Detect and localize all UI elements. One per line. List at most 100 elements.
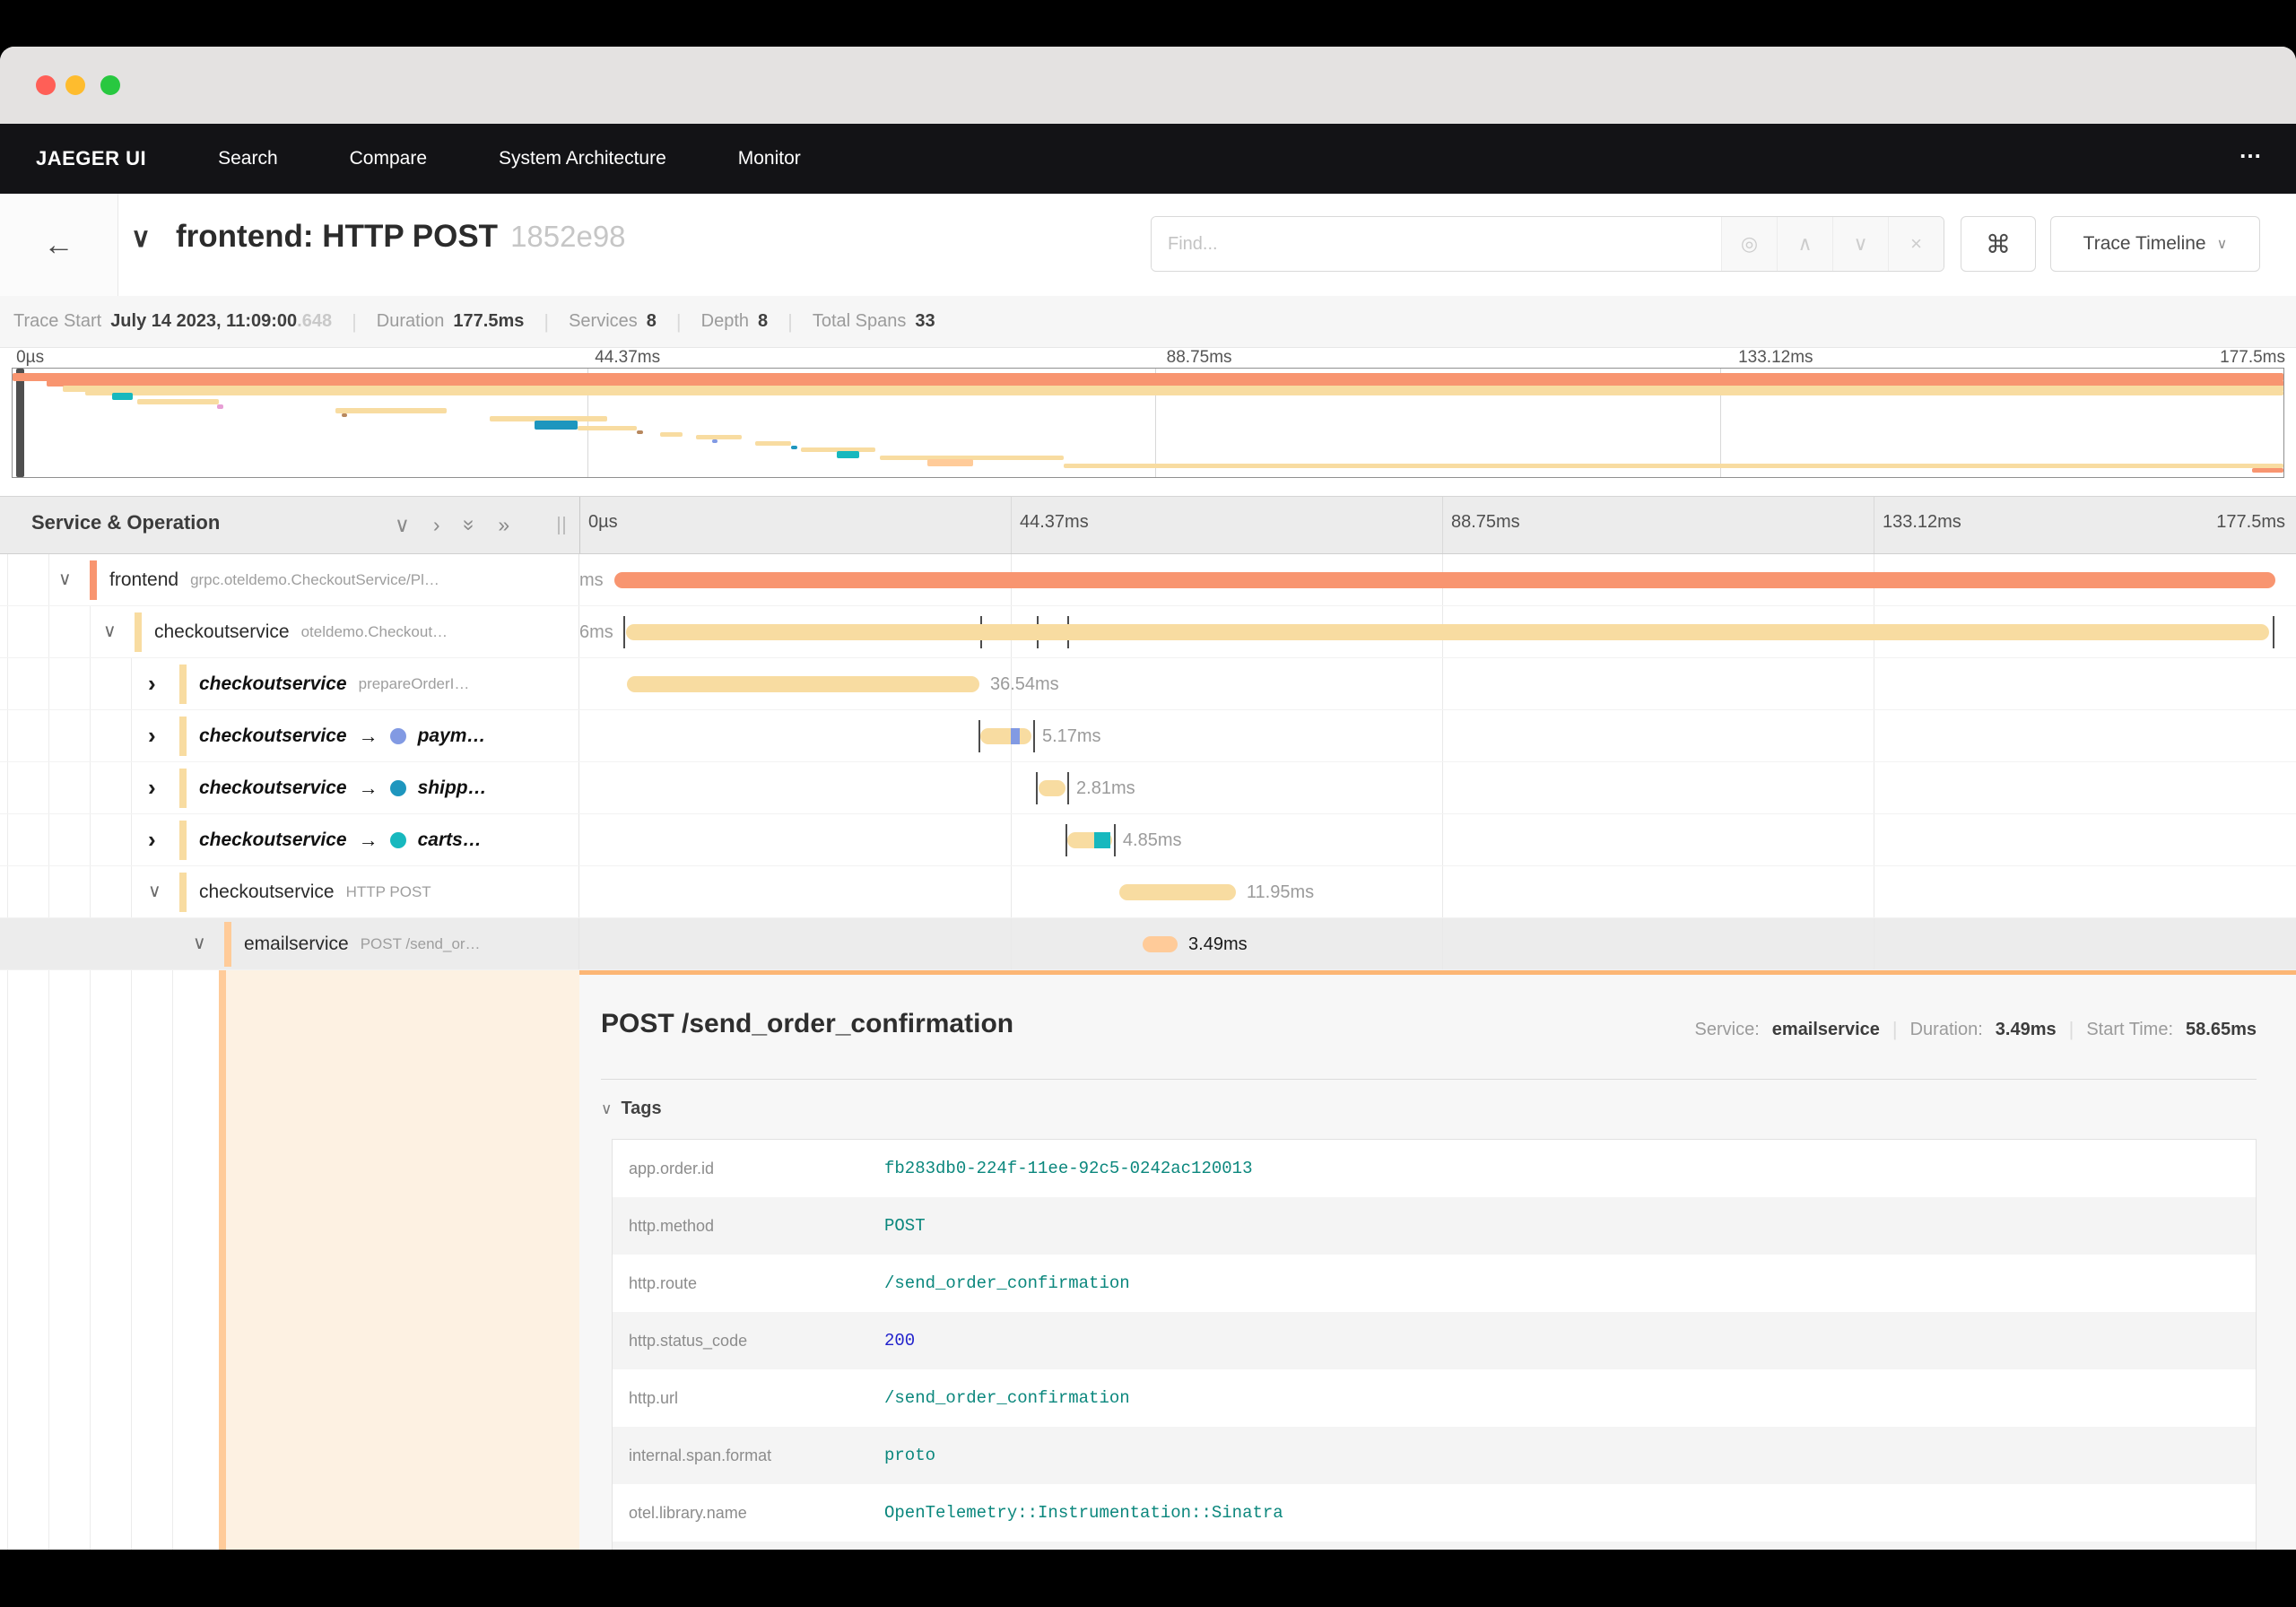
summary-separator: | bbox=[676, 310, 682, 334]
span-name-cell[interactable]: ∨ checkoutserviceoteldemo.Checkout… bbox=[0, 606, 579, 657]
indent-guide bbox=[90, 918, 91, 969]
tag-row[interactable]: http.status_code200 bbox=[613, 1312, 2256, 1369]
span-name[interactable]: checkoutserviceprepareOrderI… bbox=[199, 658, 469, 709]
nav-item-search[interactable]: Search bbox=[218, 148, 278, 169]
timeline-gridline bbox=[1442, 762, 1443, 813]
chevron-right-icon[interactable]: › bbox=[148, 814, 156, 865]
indent-guide bbox=[48, 710, 49, 761]
timeline-gridline bbox=[1011, 762, 1012, 813]
span-row[interactable]: ∨ frontendgrpc.oteldemo.CheckoutService/P… bbox=[0, 554, 2296, 606]
expand-all-icon[interactable]: » bbox=[498, 513, 509, 537]
span-timeline-cell[interactable]: 5.17ms bbox=[579, 710, 2296, 761]
span-row[interactable]: ∨ checkoutserviceoteldemo.Checkout… 6ms bbox=[0, 606, 2296, 658]
span-timeline-cell[interactable]: 6ms bbox=[579, 606, 2296, 657]
chevron-down-icon[interactable]: ∨ bbox=[193, 918, 206, 969]
span-timeline-cell[interactable]: 3.49ms bbox=[579, 918, 2296, 969]
minimize-window-icon[interactable] bbox=[65, 75, 85, 95]
collapse-one-icon[interactable]: ∨ bbox=[395, 513, 410, 537]
stat-value: 3.49ms bbox=[1996, 1020, 2057, 1040]
span-name-cell[interactable]: ∨ emailservicePOST /send_or… bbox=[0, 918, 579, 969]
summary-value: 33 bbox=[915, 311, 935, 332]
nav-overflow-icon[interactable]: … bbox=[2239, 136, 2264, 164]
span-timeline-cell[interactable]: 2.81ms bbox=[579, 762, 2296, 813]
span-name[interactable]: emailservicePOST /send_or… bbox=[244, 918, 481, 969]
tag-row[interactable]: app.order.idfb283db0-224f-11ee-92c5-0242… bbox=[613, 1140, 2256, 1197]
timeline-gridline bbox=[1442, 866, 1443, 917]
span-name-cell[interactable]: › checkoutservice→shipp… bbox=[0, 762, 579, 813]
minimap-tick-label: 44.37ms bbox=[595, 348, 660, 368]
shortcuts-button[interactable]: ⌘ bbox=[1961, 216, 2036, 272]
span-duration-bar[interactable] bbox=[1143, 936, 1178, 952]
chevron-down-icon[interactable]: ∨ bbox=[148, 866, 161, 917]
tag-row[interactable]: http.url/send_order_confirmation bbox=[613, 1369, 2256, 1427]
span-row[interactable]: › checkoutservice→carts… 4.85ms bbox=[0, 814, 2296, 866]
nav-item-monitor[interactable]: Monitor bbox=[738, 148, 801, 169]
span-duration-bar[interactable] bbox=[626, 624, 2269, 640]
span-name[interactable]: checkoutservice→paym… bbox=[199, 710, 485, 761]
nav-item-compare[interactable]: Compare bbox=[350, 148, 427, 169]
span-name-cell[interactable]: › checkoutserviceprepareOrderI… bbox=[0, 658, 579, 709]
jaeger-logo[interactable]: JAEGER UI bbox=[36, 147, 146, 170]
column-divider bbox=[579, 497, 580, 553]
span-name[interactable]: checkoutserviceoteldemo.Checkout… bbox=[154, 606, 448, 657]
indent-guide bbox=[131, 814, 132, 865]
span-row[interactable]: › checkoutservice→shipp… 2.81ms bbox=[0, 762, 2296, 814]
span-duration-bar[interactable] bbox=[614, 572, 2275, 588]
indent-guide bbox=[131, 710, 132, 761]
expand-one-icon[interactable]: › bbox=[433, 513, 440, 537]
back-button[interactable]: ← bbox=[0, 194, 118, 296]
span-row[interactable]: › checkoutservice→paym… 5.17ms bbox=[0, 710, 2296, 762]
clear-search-icon[interactable]: × bbox=[1888, 217, 1944, 271]
span-name[interactable]: checkoutservice→carts… bbox=[199, 814, 482, 865]
trace-title-chevron-icon[interactable]: ∨ bbox=[131, 222, 151, 254]
chevron-right-icon[interactable]: › bbox=[148, 658, 156, 709]
chevron-right-icon[interactable]: › bbox=[148, 762, 156, 813]
next-result-icon[interactable]: ∨ bbox=[1832, 217, 1888, 271]
span-timeline-cell[interactable]: 4.85ms bbox=[579, 814, 2296, 865]
trace-view-selector[interactable]: Trace Timeline ∨ bbox=[2050, 216, 2260, 272]
service-name: emailservice bbox=[244, 934, 349, 955]
span-name[interactable]: checkoutserviceHTTP POST bbox=[199, 866, 431, 917]
collapse-all-icon[interactable]: » bbox=[457, 519, 481, 531]
span-row[interactable]: ∨ emailservicePOST /send_or… 3.49ms bbox=[0, 918, 2296, 970]
stat-label: Service: bbox=[1695, 1020, 1760, 1040]
span-name-cell[interactable]: ∨ frontendgrpc.oteldemo.CheckoutService/P… bbox=[0, 554, 579, 605]
span-name[interactable]: frontendgrpc.oteldemo.CheckoutService/Pl… bbox=[109, 554, 439, 605]
span-timeline-cell[interactable]: ms bbox=[579, 554, 2296, 605]
span-duration-bar[interactable] bbox=[627, 676, 979, 692]
chevron-down-icon[interactable]: ∨ bbox=[103, 606, 117, 657]
match-target-icon[interactable]: ◎ bbox=[1721, 217, 1777, 271]
indent-guide bbox=[90, 710, 91, 761]
span-row[interactable]: ∨ checkoutserviceHTTP POST 11.95ms bbox=[0, 866, 2296, 918]
tag-row[interactable]: otel.library.nameOpenTelemetry::Instrume… bbox=[613, 1484, 2256, 1542]
find-input[interactable] bbox=[1152, 217, 1721, 271]
close-window-icon[interactable] bbox=[36, 75, 56, 95]
span-name-cell[interactable]: › checkoutservice→carts… bbox=[0, 814, 579, 865]
timeline-gridline bbox=[1011, 866, 1012, 917]
nav-item-system-architecture[interactable]: System Architecture bbox=[499, 148, 666, 169]
macos-titlebar bbox=[0, 47, 2296, 124]
span-duration-bar[interactable] bbox=[1119, 884, 1236, 900]
chevron-down-icon[interactable]: ∨ bbox=[58, 554, 72, 605]
tags-section-toggle[interactable]: ∨Tags bbox=[601, 1099, 662, 1119]
detail-divider bbox=[601, 1079, 2257, 1080]
span-timeline-cell[interactable]: 36.54ms bbox=[579, 658, 2296, 709]
trace-minimap[interactable] bbox=[12, 368, 2284, 478]
span-duration-bar[interactable] bbox=[980, 728, 1031, 744]
tag-row[interactable]: internal.span.formatproto bbox=[613, 1427, 2256, 1484]
maximize-window-icon[interactable] bbox=[100, 75, 120, 95]
indent-guide bbox=[7, 814, 8, 865]
prev-result-icon[interactable]: ∧ bbox=[1777, 217, 1832, 271]
span-duration-bar[interactable] bbox=[1039, 780, 1065, 796]
span-timeline-cell[interactable]: 11.95ms bbox=[579, 866, 2296, 917]
span-name[interactable]: checkoutservice→shipp… bbox=[199, 762, 487, 813]
minimap-scrubber-handle[interactable] bbox=[16, 369, 24, 477]
chevron-right-icon[interactable]: › bbox=[148, 710, 156, 761]
span-row[interactable]: › checkoutserviceprepareOrderI… 36.54ms bbox=[0, 658, 2296, 710]
span-name-cell[interactable]: › checkoutservice→paym… bbox=[0, 710, 579, 761]
tag-row[interactable]: http.methodPOST bbox=[613, 1197, 2256, 1255]
tag-row[interactable]: http.route/send_order_confirmation bbox=[613, 1255, 2256, 1312]
column-resize-grip[interactable] bbox=[558, 517, 565, 534]
tag-row[interactable]: otel.library.version0.19.4 bbox=[613, 1542, 2256, 1550]
span-name-cell[interactable]: ∨ checkoutserviceHTTP POST bbox=[0, 866, 579, 917]
